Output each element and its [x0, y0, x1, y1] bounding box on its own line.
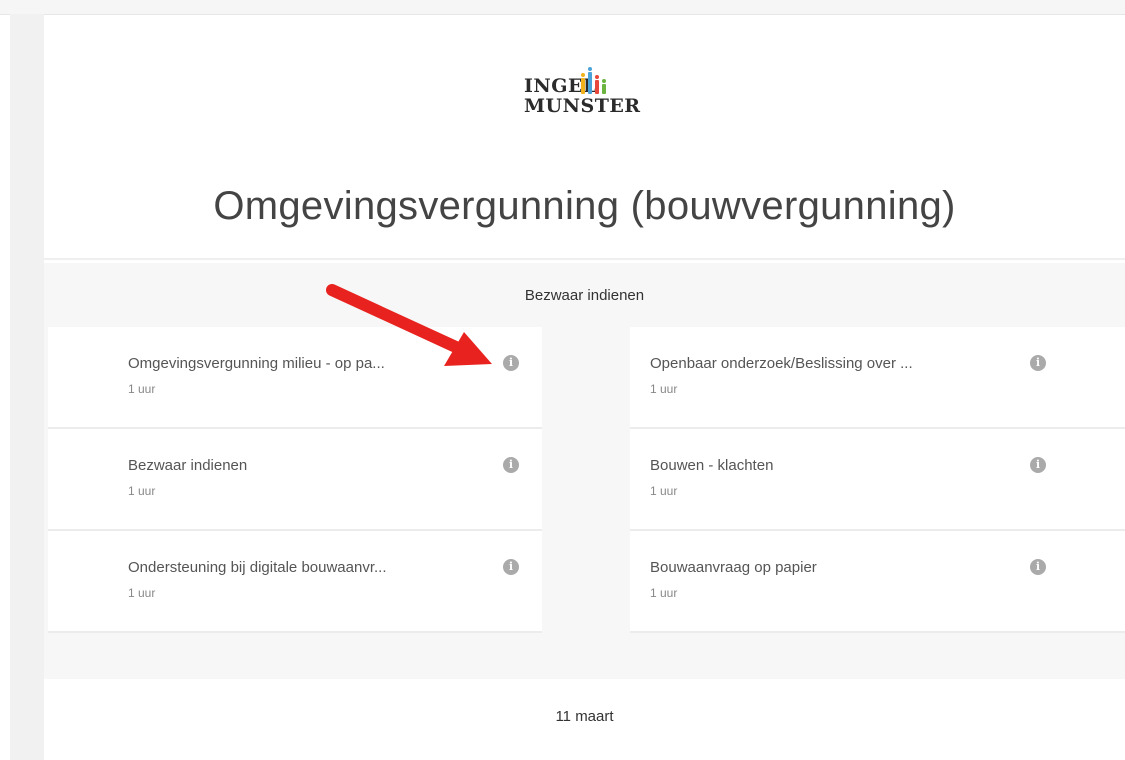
item-name: Openbaar onderzoek/Beslissing over ... — [650, 355, 913, 372]
appointment-section: Bezwaar indienen Omgevingsvergunning mil… — [44, 263, 1125, 679]
section-heading: Bezwaar indienen — [524, 287, 645, 304]
info-icon[interactable]: i — [1030, 355, 1046, 371]
right-column: Openbaar onderzoek/Beslissing over ... 1… — [630, 327, 1125, 633]
title-divider — [44, 258, 1125, 260]
item-duration: 1 uur — [650, 484, 678, 498]
ingelmunster-logo: INGEL MUNSTER — [524, 64, 664, 134]
list-item[interactable]: Bouwen - klachten 1 uur i — [630, 429, 1125, 531]
info-icon[interactable]: i — [503, 457, 519, 473]
red-arrow-annotation-icon — [326, 284, 492, 366]
list-item[interactable]: Openbaar onderzoek/Beslissing over ... 1… — [630, 327, 1125, 429]
item-duration: 1 uur — [128, 484, 156, 498]
item-duration: 1 uur — [650, 382, 678, 396]
info-icon[interactable]: i — [503, 355, 519, 371]
window-top-strip — [0, 0, 1125, 15]
item-duration: 1 uur — [128, 586, 156, 600]
item-name: Bouwaanvraag op papier — [650, 559, 817, 576]
item-name: Bouwen - klachten — [650, 457, 774, 474]
item-name: Bezwaar indienen — [128, 457, 248, 474]
date-bar[interactable]: 11 maart — [44, 681, 1125, 760]
page-title: Omgevingsvergunning (bouwvergunning) — [213, 184, 956, 228]
left-margin-strip — [10, 14, 44, 760]
item-duration: 1 uur — [650, 586, 678, 600]
info-icon[interactable]: i — [503, 559, 519, 575]
info-icon[interactable]: i — [1030, 457, 1046, 473]
logo-bars-icon — [581, 67, 606, 94]
list-item[interactable]: Bouwaanvraag op papier 1 uur i — [630, 531, 1125, 633]
list-item[interactable]: Ondersteuning bij digitale bouwaanvr... … — [48, 531, 542, 633]
item-name: Ondersteuning bij digitale bouwaanvr... — [128, 559, 387, 576]
list-item[interactable]: Bezwaar indienen 1 uur i — [48, 429, 542, 531]
info-icon[interactable]: i — [1030, 559, 1046, 575]
date-label: 11 maart — [555, 708, 614, 725]
item-duration: 1 uur — [128, 382, 156, 396]
